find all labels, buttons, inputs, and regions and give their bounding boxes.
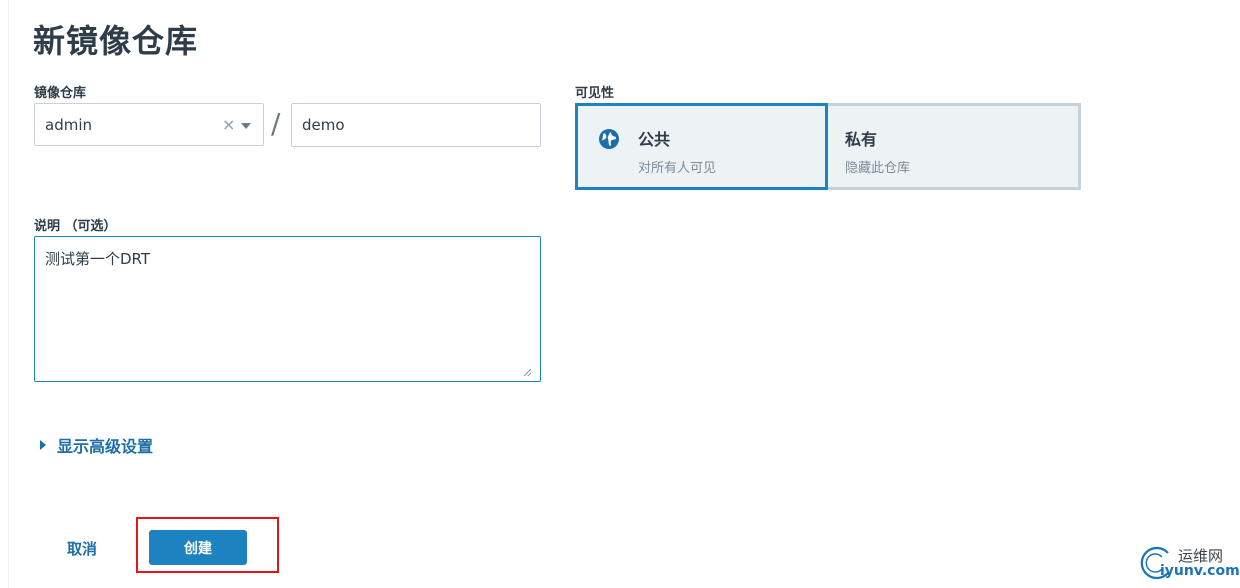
visibility-public-title: 公共 (638, 130, 671, 149)
visibility-private-title: 私有 (845, 130, 878, 149)
visibility-private-description: 隐藏此仓库 (845, 161, 911, 176)
description-label: 说明 （可选） (34, 219, 117, 234)
namespace-separator: / (271, 107, 281, 140)
resize-handle-icon[interactable] (522, 367, 532, 377)
advanced-settings-label: 显示高级设置 (57, 437, 154, 456)
repository-name-input[interactable] (291, 103, 541, 147)
visibility-public-description: 对所有人可见 (638, 161, 717, 176)
namespace-select[interactable]: admin × (34, 103, 264, 146)
advanced-settings-toggle[interactable]: 显示高级设置 (40, 433, 153, 457)
visibility-option-public[interactable]: 公共 对所有人可见 (575, 103, 828, 190)
page-title: 新镜像仓库 (33, 22, 199, 60)
chevron-down-icon[interactable] (241, 123, 251, 129)
visibility-label: 可见性 (575, 86, 615, 101)
repository-label: 镜像仓库 (34, 86, 87, 101)
description-textarea[interactable]: 测试第一个DRT (34, 236, 541, 382)
cancel-button[interactable]: 取消 (67, 538, 97, 559)
page-left-border (8, 0, 9, 588)
visibility-option-private[interactable]: 私有 隐藏此仓库 (826, 103, 1081, 190)
watermark: 运维网 iyunv.com (1136, 543, 1240, 583)
create-button[interactable]: 创建 (149, 530, 247, 565)
caret-right-icon (40, 440, 46, 450)
namespace-value: admin (45, 116, 92, 134)
globe-icon (599, 129, 619, 149)
clear-icon[interactable]: × (222, 115, 235, 134)
watermark-en-text: iyunv.com (1160, 563, 1240, 579)
